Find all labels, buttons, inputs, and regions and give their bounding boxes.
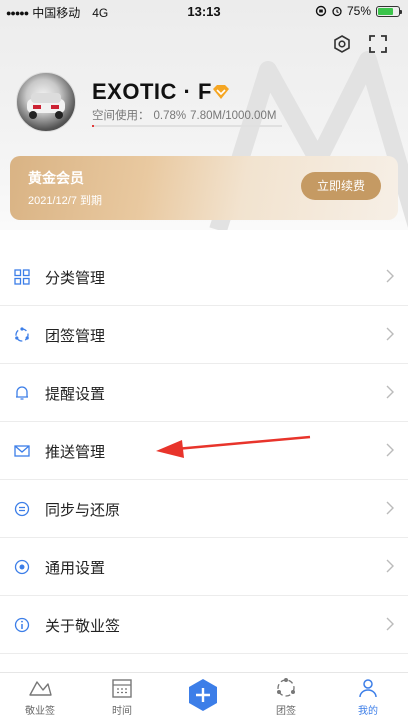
tab-label: 时间 xyxy=(112,706,132,717)
battery-icon xyxy=(376,5,402,17)
chevron-right-icon xyxy=(386,501,394,515)
tab-team[interactable]: 团签 xyxy=(256,677,316,717)
chevron-right-icon xyxy=(386,559,394,573)
add-button[interactable] xyxy=(186,678,220,712)
username: EXOTIC · F xyxy=(92,79,212,104)
menu-item-label: 推送管理 xyxy=(45,444,106,461)
storage-usage: 空间使用： 0.78% 7.80M/1000.00M xyxy=(92,107,280,123)
menu-item-label: 通用设置 xyxy=(45,560,106,577)
grid-icon xyxy=(14,269,30,285)
vip-title: 黄金会员 xyxy=(28,170,84,186)
info-icon xyxy=(14,617,30,633)
chevron-right-icon xyxy=(386,269,394,283)
usage-progress-fill xyxy=(92,125,94,127)
alarm-icon xyxy=(332,6,342,17)
menu-item-label: 团签管理 xyxy=(45,328,106,345)
menu-item-label: 提醒设置 xyxy=(45,386,106,403)
orientation-lock-icon xyxy=(315,5,327,17)
mail-icon xyxy=(14,445,30,457)
person-icon xyxy=(359,679,377,698)
tab-time[interactable]: 时间 xyxy=(92,677,152,717)
usage-label: 空间使用： xyxy=(92,110,150,122)
chevron-right-icon xyxy=(386,327,394,341)
menu-item-general[interactable]: 通用设置 xyxy=(0,538,408,596)
menu-item-label: 关于敬业签 xyxy=(45,618,121,635)
status-bar: ●●●●● 中国移动 4G 13:13 75% xyxy=(0,0,408,22)
vip-diamond-icon xyxy=(213,85,229,99)
tab-mine[interactable]: 我的 xyxy=(338,677,398,717)
team-icon xyxy=(15,327,29,342)
menu-item-sync[interactable]: 同步与还原 xyxy=(0,480,408,538)
chevron-right-icon xyxy=(386,443,394,457)
menu-item-label: 同步与还原 xyxy=(45,502,121,519)
scan-icon[interactable] xyxy=(368,34,388,54)
battery-level xyxy=(378,7,393,15)
sync-icon xyxy=(14,501,30,517)
tab-label: 我的 xyxy=(358,706,378,717)
settings-icon[interactable] xyxy=(332,34,352,54)
car-avatar-icon xyxy=(27,93,65,119)
tab-note[interactable]: 敬业签 xyxy=(10,677,70,717)
usage-percent: 0.78% xyxy=(153,110,187,122)
bell-icon xyxy=(16,386,28,400)
calendar-icon xyxy=(112,679,132,698)
tab-label: 团签 xyxy=(276,706,296,717)
annotation-arrow-icon xyxy=(156,435,311,458)
usage-progress-bar xyxy=(92,125,282,127)
note-icon xyxy=(29,681,52,696)
menu-item-about[interactable]: 关于敬业签 xyxy=(0,596,408,654)
menu-item-label: 分类管理 xyxy=(45,270,106,287)
menu-item-reminder[interactable]: 提醒设置 xyxy=(0,364,408,422)
bottom-tab-bar: 敬业签 时间 团签 我的 xyxy=(0,672,408,723)
tab-label: 敬业签 xyxy=(25,706,55,717)
vip-expiry-date: 2021/12/7 到期 xyxy=(28,195,102,207)
menu-item-team[interactable]: 团签管理 xyxy=(0,306,408,364)
team-tab-icon xyxy=(277,678,295,697)
usage-amount: 7.80M/1000.00M xyxy=(190,110,277,122)
chevron-right-icon xyxy=(386,385,394,399)
chevron-right-icon xyxy=(386,617,394,631)
battery-percent: 75% xyxy=(346,4,371,18)
vip-membership-card: 黄金会员 2021/12/7 到期 立即续费 xyxy=(10,156,398,220)
menu-item-category[interactable]: 分类管理 xyxy=(0,248,408,306)
settings-dot-icon xyxy=(14,559,30,575)
renew-button[interactable]: 立即续费 xyxy=(301,172,381,200)
avatar[interactable] xyxy=(16,72,76,132)
